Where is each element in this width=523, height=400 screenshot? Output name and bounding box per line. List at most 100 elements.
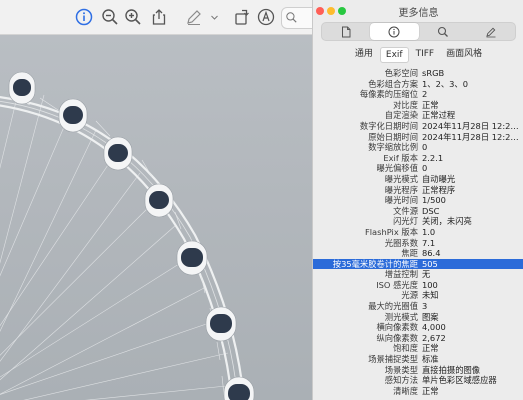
exif-value: 图案 [422,311,439,322]
markup-pen-icon[interactable] [184,7,204,27]
exif-row[interactable]: 色彩组合方案 1、2、3、0 [313,79,523,90]
inspector-panel: 更多信息 通用 Exif TIFF 画面风格 色彩空间 sRGB 色彩组合方案 1、2… [312,0,523,400]
exif-key: 横向像素数 [376,322,419,333]
exif-value: 未知 [422,290,439,301]
pen-icon [486,27,496,37]
exif-row[interactable]: 感知方法 单片色彩区域感应器 [313,375,523,386]
exif-key: Exif 版本 [383,152,418,163]
subtab-bar: 通用 Exif TIFF 画面风格 [313,47,523,63]
exif-key: 焦距 [401,248,418,259]
gondola [176,240,208,276]
exif-row[interactable]: 闪光灯 关闭，未闪亮 [313,216,523,227]
exif-key: 测光模式 [384,311,418,322]
exif-value: 2,672 [422,332,446,343]
exif-value: 正常 [422,99,439,110]
exif-key: 曝光偏移值 [376,163,419,174]
exif-row[interactable]: 横向像素数 4,000 [313,322,523,333]
exif-row[interactable]: 纵向像素数 2,672 [313,333,523,344]
exif-key: ISO 感光度 [376,279,418,290]
exif-key: 光源 [401,290,418,301]
exif-value: 关闭，未闪亮 [422,216,472,227]
exif-key: 曝光程序 [384,184,418,195]
exif-row[interactable]: 曝光偏移值 0 [313,163,523,174]
exif-row[interactable]: 曝光模式 自动曝光 [313,174,523,185]
subtab-exif[interactable]: Exif [379,47,409,63]
exif-value: 0 [422,142,428,153]
document-icon [342,26,351,37]
exif-value: 2024年11月28日 12:2… [422,131,519,142]
exif-row[interactable]: 色彩空间 sRGB [313,68,523,79]
gondola [103,136,133,171]
exif-row[interactable]: 场景捕捉类型 标准 [313,354,523,365]
exif-row[interactable]: 数字化日期时间 2024年11月28日 12:2… [313,121,523,132]
exif-row[interactable]: 数字缩放比例 0 [313,142,523,153]
exif-key: 光圈系数 [384,237,418,248]
exif-row[interactable]: 按35毫米胶卷计的焦距 505 [313,258,523,270]
exif-key: 原始日期时间 [368,131,418,142]
exif-row[interactable]: 文件源 DSC [313,206,523,217]
exif-row[interactable]: 曝光时间 1/500 [313,195,523,206]
exif-row[interactable]: 场景类型 直接拍摄的图像 [313,365,523,376]
segment-info[interactable] [370,23,419,40]
exif-row[interactable]: Exif 版本 2.2.1 [313,153,523,164]
zoom-out-icon[interactable] [100,7,120,27]
exif-value: 正常 [422,343,439,354]
rotate-icon[interactable] [232,7,252,27]
exif-value: sRGB [422,68,445,78]
gondola [58,98,88,133]
chevron-down-icon[interactable] [208,7,220,27]
exif-row[interactable]: 自定渲染 正常过程 [313,110,523,121]
inspector-segmented-control [321,22,516,41]
gondola [144,183,174,218]
exif-value: 2.2.1 [422,152,444,163]
exif-value: 0 [422,163,428,174]
exif-row[interactable]: 原始日期时间 2024年11月28日 12:2… [313,132,523,143]
exif-row[interactable]: ISO 感光度 100 [313,280,523,291]
exif-key: 色彩组合方案 [368,78,418,89]
exif-key: FlashPix 版本 [364,226,418,237]
exif-key: 按35毫米胶卷计的焦距 [332,258,418,269]
exif-value: 505 [422,258,438,269]
exif-key: 纵向像素数 [376,332,419,343]
exif-row[interactable]: 光圈系数 7.1 [313,238,523,249]
segment-keywords[interactable] [419,23,467,40]
exif-row[interactable]: 曝光程序 正常程序 [313,185,523,196]
segment-general[interactable] [322,23,370,40]
exif-key: 曝光模式 [384,173,418,184]
exif-row[interactable]: 对比度 正常 [313,100,523,111]
photo-canvas [0,35,312,400]
exif-value: 7.1 [422,237,436,248]
exif-row[interactable]: 最大的光圈值 3 [313,301,523,312]
exif-row[interactable]: 清晰度 正常 [313,386,523,397]
exif-row[interactable]: 增益控制无 [313,269,523,280]
exif-value: 2024年11月28日 12:2… [422,120,519,131]
exif-key: 对比度 [393,99,418,110]
exif-row[interactable]: 测光模式 图案 [313,312,523,323]
exif-key: 色彩空间 [384,68,418,78]
exif-value: 自动曝光 [422,173,456,184]
exif-row[interactable]: 每像素的压缩位 2 [313,89,523,100]
subtab-general[interactable]: 通用 [350,47,378,63]
gondola [8,71,36,105]
exif-row[interactable]: 光源 未知 [313,290,523,301]
info-icon[interactable] [74,7,94,27]
exif-key: 最大的光圈值 [368,301,418,312]
exif-row[interactable]: 焦距 86.4 [313,248,523,259]
exif-key: 文件源 [393,205,418,216]
exif-value: 正常过程 [422,110,456,121]
exif-row[interactable]: FlashPix 版本 1.0 [313,227,523,238]
exif-value: 4,000 [422,322,446,333]
exif-key: 曝光时间 [384,195,418,206]
share-icon[interactable] [149,7,169,27]
subtab-picture-style[interactable]: 画面风格 [441,47,487,63]
exif-value: 1、2、3、0 [422,78,469,89]
exif-key: 饱和度 [393,343,418,354]
exif-row[interactable]: 饱和度 正常 [313,343,523,354]
segment-annotations[interactable] [467,23,515,40]
ferris-wheel-image [0,71,255,400]
zoom-in-icon[interactable] [123,7,143,27]
annotate-icon[interactable] [256,7,276,27]
exif-key: 自定渲染 [384,110,418,121]
exif-key: 场景类型 [384,364,418,375]
subtab-tiff[interactable]: TIFF [411,47,440,63]
